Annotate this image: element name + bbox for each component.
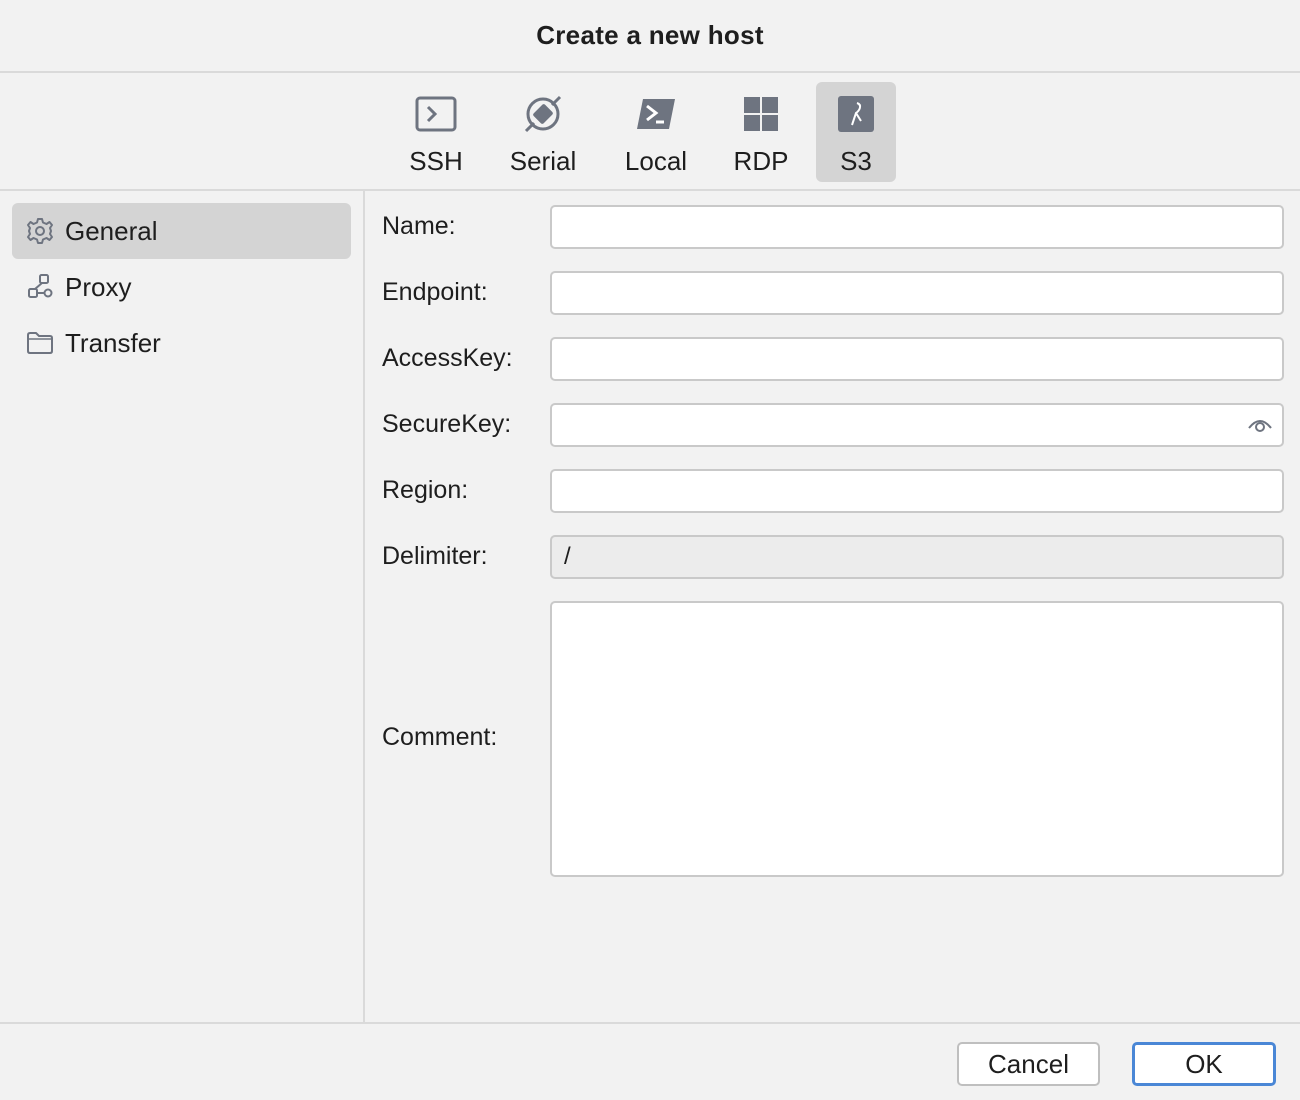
sidebar-item-general[interactable]: General <box>12 203 351 259</box>
protocol-toolbar: SSH Serial Local RDP S3 <box>0 73 1300 191</box>
s3-bucket-icon <box>834 92 878 136</box>
terminal-icon <box>414 92 458 136</box>
sidebar-item-label: Transfer <box>65 327 161 358</box>
protocol-ssh-label: SSH <box>409 146 463 176</box>
protocol-local-label: Local <box>624 146 688 176</box>
name-input[interactable] <box>550 205 1284 249</box>
plug-icon <box>521 92 565 136</box>
ok-button[interactable]: OK <box>1132 1042 1276 1086</box>
sidebar-item-proxy[interactable]: Proxy <box>12 259 351 315</box>
powershell-icon <box>634 92 678 136</box>
dialog-footer: Cancel OK <box>0 1022 1300 1100</box>
protocol-ssh-button[interactable]: SSH <box>396 82 476 182</box>
comment-textarea[interactable] <box>550 601 1284 877</box>
windows-icon <box>739 92 783 136</box>
delimiter-label: Delimiter: <box>382 542 488 570</box>
protocol-serial-button[interactable]: Serial <box>500 82 586 182</box>
network-icon <box>25 272 55 302</box>
sidebar-item-label: General <box>65 215 158 246</box>
cancel-button[interactable]: Cancel <box>957 1042 1100 1086</box>
sidebar: General Proxy Transfer <box>0 191 365 1022</box>
protocol-local-button[interactable]: Local <box>614 82 698 182</box>
endpoint-row: Endpoint: <box>367 271 1300 315</box>
endpoint-label: Endpoint: <box>382 278 488 306</box>
access-key-input[interactable] <box>550 337 1284 381</box>
sidebar-item-label: Proxy <box>65 271 132 302</box>
protocol-s3-label: S3 <box>840 146 872 176</box>
secure-key-row: SecureKey: <box>367 403 1300 447</box>
protocol-rdp-label: RDP <box>733 146 789 176</box>
access-key-row: AccessKey: <box>367 337 1300 381</box>
delimiter-input <box>550 535 1284 579</box>
region-input[interactable] <box>550 469 1284 513</box>
general-form: Name: Endpoint: AccessKey: SecureKey: Re… <box>367 191 1300 1022</box>
name-label: Name: <box>382 212 456 240</box>
delimiter-row: Delimiter: <box>367 535 1300 579</box>
dialog-titlebar: Create a new host <box>0 0 1300 73</box>
sidebar-item-transfer[interactable]: Transfer <box>12 315 351 371</box>
name-row: Name: <box>367 205 1300 249</box>
secure-key-input[interactable] <box>550 403 1284 447</box>
dialog-title: Create a new host <box>536 20 764 50</box>
gear-icon <box>25 216 55 246</box>
folder-icon <box>25 328 55 358</box>
protocol-rdp-button[interactable]: RDP <box>726 82 796 182</box>
region-row: Region: <box>367 469 1300 513</box>
endpoint-input[interactable] <box>550 271 1284 315</box>
comment-row: Comment: <box>367 601 1300 877</box>
comment-label: Comment: <box>382 723 498 751</box>
secure-key-label: SecureKey: <box>382 410 512 438</box>
region-label: Region: <box>382 476 469 504</box>
eye-icon[interactable] <box>1246 413 1274 437</box>
access-key-label: AccessKey: <box>382 344 513 372</box>
protocol-s3-button[interactable]: S3 <box>816 82 896 182</box>
protocol-serial-label: Serial <box>509 146 577 176</box>
